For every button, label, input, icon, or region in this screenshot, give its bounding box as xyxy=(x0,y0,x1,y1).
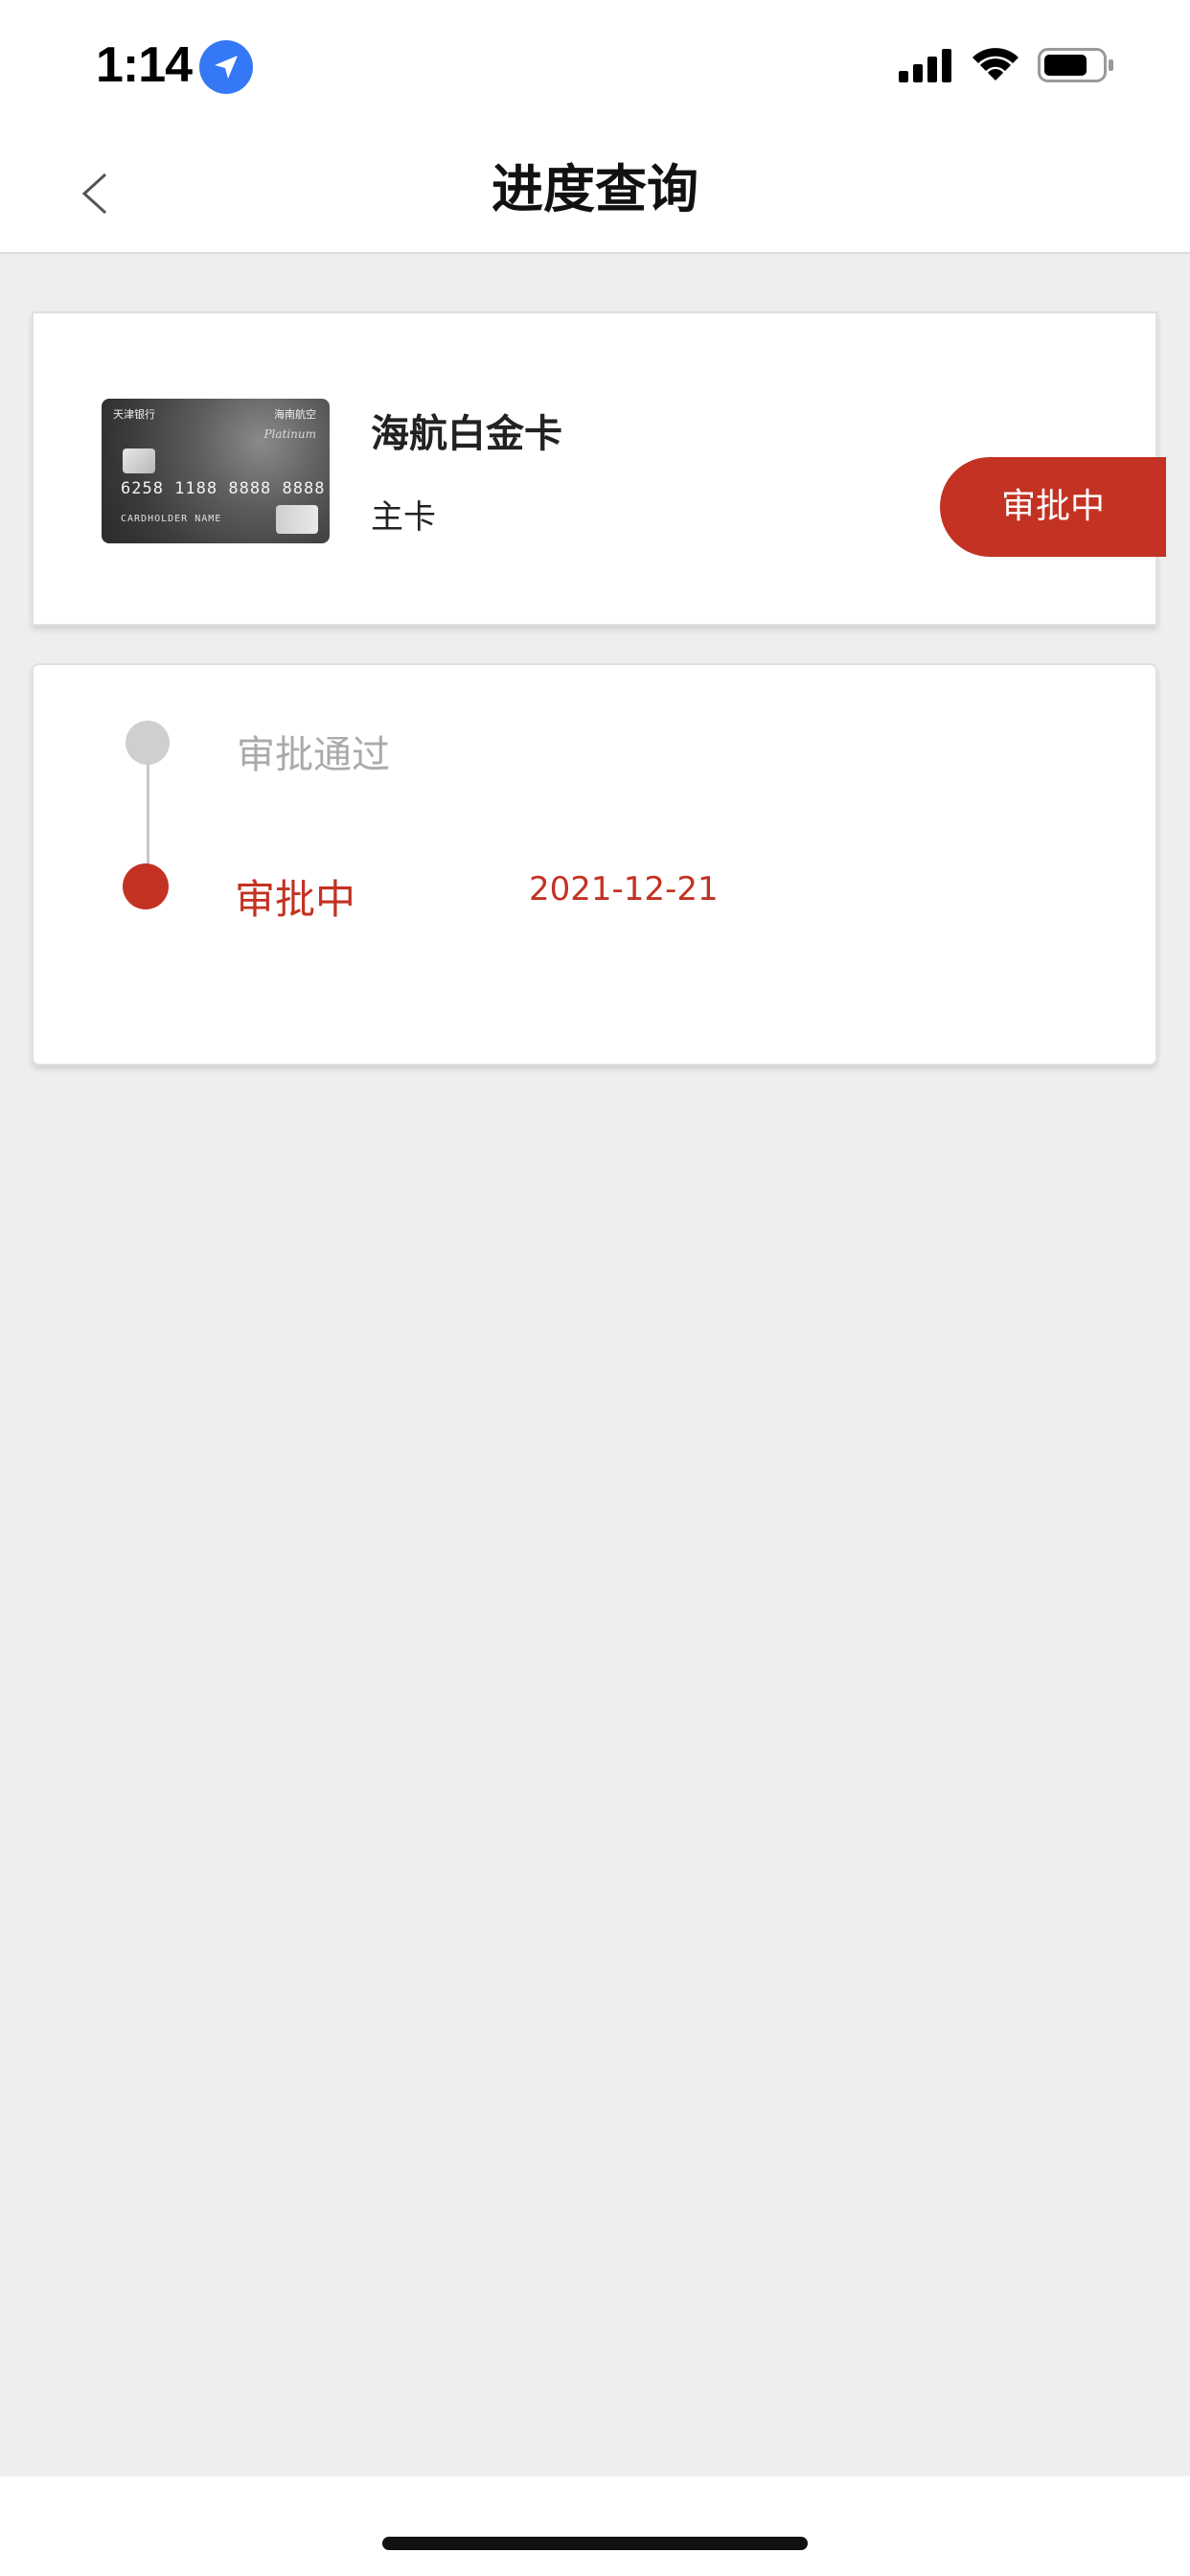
back-button[interactable] xyxy=(67,155,125,232)
timeline-step-current-dot xyxy=(123,863,169,909)
cellular-signal-icon xyxy=(899,48,956,86)
card-type: 主卡 xyxy=(371,498,436,537)
status-bar: 1:14 xyxy=(0,0,1190,134)
timeline-step-approved-label: 审批通过 xyxy=(237,733,390,777)
card-chip-icon xyxy=(123,448,155,473)
battery-icon xyxy=(1038,48,1114,86)
status-time: 1:14 xyxy=(96,37,193,93)
credit-card-image: 天津银行 海南航空 Platinum 6258 1188 8888 8888 C… xyxy=(102,399,330,543)
progress-timeline-panel xyxy=(32,663,1157,1066)
card-tier-text: Platinum xyxy=(263,427,316,441)
card-name: 海航白金卡 xyxy=(371,412,562,456)
card-partner-logo: 海南航空 xyxy=(274,408,316,421)
status-badge: 审批中 xyxy=(940,457,1166,557)
page-title: 进度查询 xyxy=(492,159,698,219)
wifi-icon xyxy=(971,44,1020,86)
bottom-safe-area xyxy=(0,2476,1190,2576)
timeline-step-current-date: 2021-12-21 xyxy=(529,870,719,908)
unionpay-logo-icon xyxy=(276,505,318,534)
card-number: 6258 1188 8888 8888 xyxy=(121,479,326,498)
timeline-step-done-dot xyxy=(126,721,170,765)
chevron-left-icon xyxy=(81,172,107,215)
timeline-step-current-label: 审批中 xyxy=(235,876,356,923)
location-arrow-icon xyxy=(199,40,253,94)
home-indicator[interactable] xyxy=(382,2537,808,2550)
nav-bar: 进度查询 xyxy=(0,134,1190,254)
card-bank-logo: 天津银行 xyxy=(113,408,155,421)
card-holder-name: CARDHOLDER NAME xyxy=(121,514,222,524)
